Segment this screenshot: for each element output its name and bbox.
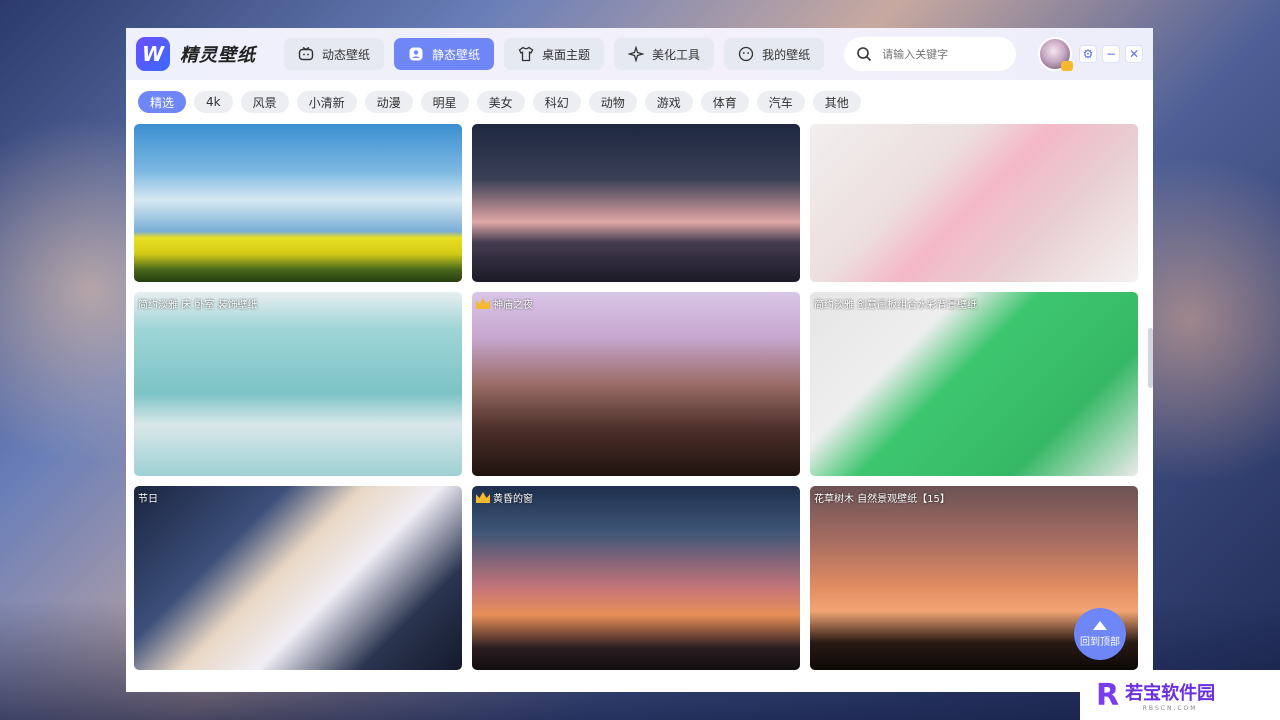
wallpaper-caption: 神庙之夜 [476,296,533,311]
wallpaper-title: 神庙之夜 [493,300,533,311]
category-beauty[interactable]: 美女 [476,91,525,113]
wallpaper-caption: 花草树木 自然景观壁纸【15】 [814,490,950,505]
wallpaper-card[interactable]: 黄昏的窗 [472,486,800,670]
wallpaper-title: 简约淡雅 床 卧室 装饰壁纸 [138,300,258,311]
app-title: 精灵壁纸 [180,45,256,66]
sparkle-icon [628,46,645,62]
search-input[interactable] [882,47,1003,61]
back-to-top-button[interactable]: 回到顶部 [1074,608,1126,660]
wallpaper-title: 简约淡雅 创意画板组合水彩背景壁纸 [814,300,978,311]
wallpaper-caption: 节日 [138,490,158,505]
watermark-logo-icon: R [1096,677,1120,713]
search-box[interactable] [844,37,1017,71]
tab-beautify-tools[interactable]: 美化工具 [614,38,715,70]
category-4k[interactable]: 4k [194,91,233,113]
wallpaper-card[interactable] [810,124,1138,282]
smile-icon [738,46,754,62]
vip-badge-icon [1061,61,1074,71]
tab-label: 我的壁纸 [762,47,811,62]
back-to-top-label: 回到顶部 [1080,636,1120,648]
wallpaper-title: 花草树木 自然景观壁纸【15】 [814,494,950,505]
title-bar: W 精灵壁纸 动态壁纸 静态壁纸 桌面主题 美化工具 我的壁纸 请输入关键字 ⚙… [126,28,1153,80]
arrow-up-icon [1093,620,1107,630]
app-logo-icon: W [136,37,170,71]
category-scifi[interactable]: 科幻 [532,91,581,113]
wallpaper-title: 节日 [138,494,158,505]
category-anime[interactable]: 动漫 [364,91,413,113]
window-controls: ⚙ − ✕ [1079,45,1143,63]
search-icon[interactable] [856,46,872,62]
tab-label: 静态壁纸 [432,47,481,62]
close-button[interactable]: ✕ [1125,45,1143,63]
crown-icon [476,298,490,309]
wallpaper-card[interactable]: 节日 [134,486,462,670]
shirt-icon [518,46,534,62]
wallpaper-caption: 黄昏的窗 [476,490,533,505]
wallpaper-card[interactable]: 神庙之夜 [472,292,800,476]
category-games[interactable]: 游戏 [644,91,693,113]
tab-dynamic-wallpaper[interactable]: 动态壁纸 [284,38,385,70]
crown-icon [476,492,490,503]
wallpaper-card[interactable] [134,124,462,282]
category-scenery[interactable]: 风景 [240,91,289,113]
tab-label: 美化工具 [652,47,701,62]
tab-desktop-theme[interactable]: 桌面主题 [504,38,605,70]
watermark-title: 若宝软件园 [1125,682,1216,704]
app-logo: W 精灵壁纸 [136,37,256,71]
category-celebrity[interactable]: 明星 [420,91,469,113]
scrollbar-thumb[interactable] [1148,328,1153,388]
category-cars[interactable]: 汽车 [756,91,805,113]
wallpaper-caption: 简约淡雅 床 卧室 装饰壁纸 [138,296,258,311]
wallpaper-card[interactable]: 简约淡雅 床 卧室 装饰壁纸 [134,292,462,476]
minimize-button[interactable]: − [1102,45,1120,63]
watermark-subtitle: RBSCN.COM [1142,704,1198,712]
wallpaper-card[interactable]: 简约淡雅 创意画板组合水彩背景壁纸 [810,292,1138,476]
category-fresh[interactable]: 小清新 [296,91,357,113]
wallpaper-card[interactable] [472,124,800,282]
category-animals[interactable]: 动物 [588,91,637,113]
category-featured[interactable]: 精选 [138,91,187,113]
settings-button[interactable]: ⚙ [1079,45,1097,63]
tab-label: 桌面主题 [542,47,591,62]
image-icon [409,47,423,61]
wallpaper-caption: 简约淡雅 创意画板组合水彩背景壁纸 [814,296,977,311]
category-other[interactable]: 其他 [812,91,861,113]
site-watermark: R 若宝软件园 RBSCN.COM [1080,670,1280,720]
tab-label: 动态壁纸 [322,47,371,62]
tv-icon [298,46,314,61]
category-bar: 精选 4k 风景 小清新 动漫 明星 美女 科幻 动物 游戏 体育 汽车 其他 [126,80,1153,124]
tab-my-wallpaper[interactable]: 我的壁纸 [724,38,825,70]
category-sports[interactable]: 体育 [700,91,749,113]
wallpaper-app-window: W 精灵壁纸 动态壁纸 静态壁纸 桌面主题 美化工具 我的壁纸 请输入关键字 ⚙… [126,28,1153,692]
tab-static-wallpaper[interactable]: 静态壁纸 [394,38,495,70]
wallpaper-title: 黄昏的窗 [493,494,533,505]
user-avatar[interactable] [1038,37,1074,71]
watermark-text: 若宝软件园 RBSCN.COM [1125,679,1215,712]
